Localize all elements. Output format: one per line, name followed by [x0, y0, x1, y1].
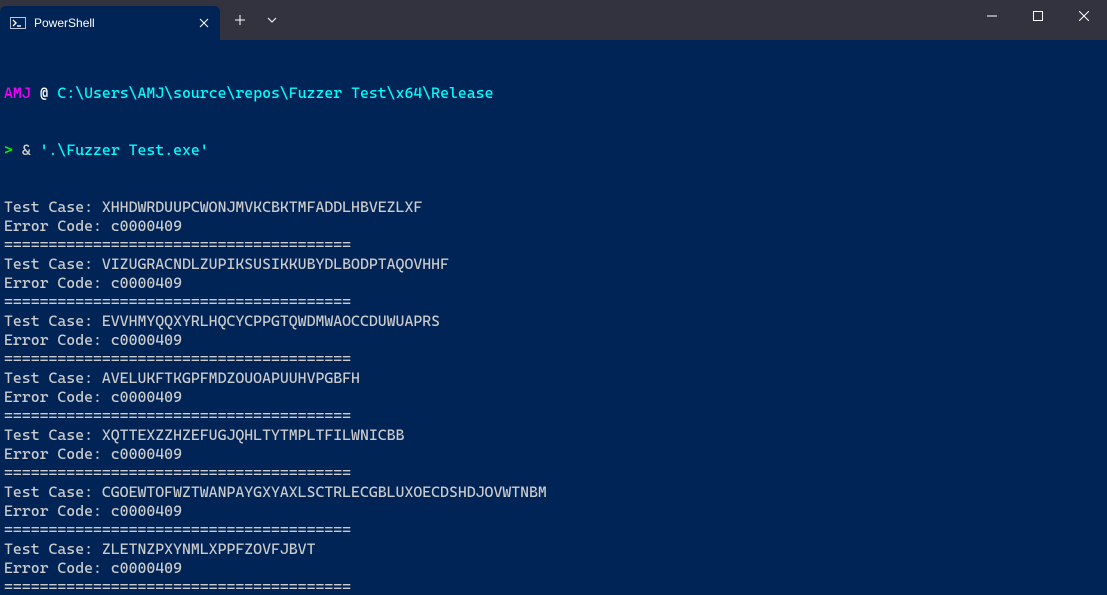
error-code-line: Error Code: c0000409	[4, 559, 1103, 578]
prompt-at: @	[40, 84, 49, 102]
separator-line: =======================================	[4, 407, 1103, 426]
tab-powershell[interactable]: PowerShell	[0, 6, 220, 40]
close-button[interactable]	[1061, 0, 1107, 32]
terminal-output[interactable]: AMJ @ C:\Users\AMJ\source\repos\Fuzzer T…	[0, 40, 1107, 595]
error-code-line: Error Code: c0000409	[4, 388, 1103, 407]
maximize-button[interactable]	[1015, 0, 1061, 32]
error-code-line: Error Code: c0000409	[4, 502, 1103, 521]
test-case-line: Test Case: EVVHMYQQXYRLHQCYCPPGTQWDMWAOC…	[4, 312, 1103, 331]
titlebar: PowerShell	[0, 0, 1107, 40]
test-case-line: Test Case: AVELUKFTKGPFMDZOUOAPUUHVPGBFH	[4, 369, 1103, 388]
test-case-line: Test Case: ZLETNZPXYNMLXPPFZOVFJBVT	[4, 540, 1103, 559]
separator-line: =======================================	[4, 464, 1103, 483]
prompt-line: AMJ @ C:\Users\AMJ\source\repos\Fuzzer T…	[4, 84, 1103, 103]
powershell-icon	[10, 15, 26, 31]
prompt-user: AMJ	[4, 84, 31, 102]
separator-line: =======================================	[4, 350, 1103, 369]
error-code-line: Error Code: c0000409	[4, 445, 1103, 464]
prompt-path: C:\Users\AMJ\source\repos\Fuzzer Test\x6…	[57, 84, 493, 102]
titlebar-left: PowerShell	[0, 0, 288, 40]
command-text: '.\Fuzzer Test.exe'	[40, 141, 209, 159]
test-case-line: Test Case: XHHDWRDUUPCWONJMVKCBKTMFADDLH…	[4, 198, 1103, 217]
window-controls	[969, 0, 1107, 40]
command-line: > & '.\Fuzzer Test.exe'	[4, 141, 1103, 160]
separator-line: =======================================	[4, 236, 1103, 255]
minimize-button[interactable]	[969, 0, 1015, 32]
tab-title: PowerShell	[34, 16, 188, 30]
test-output-block: Test Case: XHHDWRDUUPCWONJMVKCBKTMFADDLH…	[4, 198, 1103, 595]
test-case-line: Test Case: VIZUGRACNDLZUPIKSUSIKKUBYDLBO…	[4, 255, 1103, 274]
prompt-symbol: >	[4, 141, 13, 159]
error-code-line: Error Code: c0000409	[4, 274, 1103, 293]
new-tab-button[interactable]	[224, 4, 256, 36]
separator-line: =======================================	[4, 578, 1103, 595]
tab-close-button[interactable]	[196, 15, 212, 31]
test-case-line: Test Case: CGOEWTOFWZTWANPAYGXYAXLSCTRLE…	[4, 483, 1103, 502]
tab-dropdown-button[interactable]	[256, 4, 288, 36]
error-code-line: Error Code: c0000409	[4, 331, 1103, 350]
separator-line: =======================================	[4, 521, 1103, 540]
error-code-line: Error Code: c0000409	[4, 217, 1103, 236]
prompt-amp: &	[22, 141, 31, 159]
test-case-line: Test Case: XQTTEXZZHZEFUGJQHLTYTMPLTFILW…	[4, 426, 1103, 445]
separator-line: =======================================	[4, 293, 1103, 312]
